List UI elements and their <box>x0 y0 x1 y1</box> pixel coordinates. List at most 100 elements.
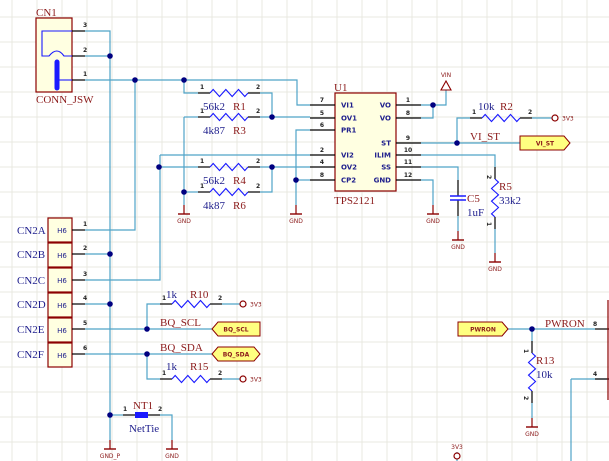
gnd-symbol[interactable]: GND <box>451 231 465 251</box>
pin-name: VO <box>380 102 391 110</box>
power-arrow-icon <box>440 79 452 91</box>
component-designator: CN1 <box>36 7 57 19</box>
component-value: 1uF <box>467 207 484 219</box>
power-port-3v3[interactable]: 3V3 <box>239 300 262 309</box>
resistor-designator: R13 <box>536 355 555 367</box>
connector-cn2d[interactable]: H6 CN2D 4 <box>17 292 87 318</box>
power-circle-icon <box>239 300 247 308</box>
component-designator: C5 <box>467 193 480 205</box>
port-vi-st[interactable]: VI_ST <box>519 135 571 151</box>
wire[interactable] <box>421 166 459 180</box>
gnd-symbol[interactable]: GND <box>289 205 303 225</box>
component-designator: NT1 <box>133 400 153 412</box>
port-label: BQ_SCL <box>223 327 248 334</box>
schematic-canvas[interactable]: 3 2 1 CN1 CONN_JSW 1 2 56k2 R1 1 2 4k87 R3 1 2 56k2 R4 1 2… <box>0 0 609 461</box>
pin-number: 4 <box>83 295 87 302</box>
connector-cn2f[interactable]: H6 CN2F 6 <box>17 342 87 368</box>
port-bq-sda[interactable]: BQ_SDA <box>211 346 261 362</box>
junction-dot <box>529 326 535 332</box>
resistor-value: 4k87 <box>203 200 226 212</box>
port-label: VI_ST <box>536 141 555 148</box>
capacitor-c5[interactable]: C51uF <box>450 180 484 219</box>
pin-number: 2 <box>256 158 260 165</box>
pin-number: 4 <box>320 159 324 166</box>
resistor-designator: R4 <box>233 175 246 187</box>
component-designator: CN2B <box>17 249 45 261</box>
junction-dot <box>107 53 113 59</box>
pin-number: 5 <box>320 110 324 117</box>
gnd-label: GND <box>165 453 179 460</box>
pin-number: 11 <box>404 159 412 166</box>
resistor-r5[interactable]: 2 1 R5 33k2 <box>485 167 521 229</box>
pin-number: 10 <box>404 147 412 154</box>
gnd-label: GND <box>451 244 465 251</box>
wire[interactable] <box>421 154 496 167</box>
power-port-3v3[interactable]: 3V3 <box>551 114 574 123</box>
connector-cn2c[interactable]: H6 CN2C 3 <box>17 267 87 293</box>
3v3-label: 3V3 <box>562 116 574 123</box>
pin-number: 2 <box>528 109 532 116</box>
pin-name: PR1 <box>341 127 357 135</box>
partial-component[interactable]: 84 <box>593 300 609 400</box>
gnd-symbol[interactable]: GND_P <box>100 440 121 460</box>
pin-number: 2 <box>522 396 529 400</box>
power-circle-icon <box>239 375 247 383</box>
resistor-zigzag <box>209 187 249 197</box>
connector-cn2e[interactable]: H6 CN2E 5 <box>17 317 87 343</box>
gnd-symbol[interactable]: GND <box>165 440 179 460</box>
resistor-value: 10k <box>478 101 495 113</box>
ic-u1[interactable]: 7 VI1 5 OV1 6 PR1 2 VI2 4 OV2 8 CP2 1 VO 8 VO 9 ST 10 ILIM 1… <box>310 82 421 207</box>
connector-cn2a[interactable]: H6 CN2A 1 <box>17 217 87 243</box>
nettie-body <box>135 412 148 418</box>
connector-cn2b[interactable]: H6 CN2B 2 <box>17 242 87 268</box>
pin-number: 1 <box>472 109 476 116</box>
power-port-vin[interactable]: VIN <box>440 72 452 91</box>
port-pwron[interactable]: PWRON <box>457 321 509 337</box>
pin-number: 2 <box>256 84 260 91</box>
wire[interactable] <box>456 117 470 143</box>
gnd-symbol[interactable]: GND <box>426 205 440 225</box>
component-comment: H6 <box>57 352 67 360</box>
pin-number: 1 <box>83 71 87 78</box>
pin-number: 1 <box>200 84 204 91</box>
port-label: BQ_SDA <box>223 352 250 359</box>
resistor-zigzag <box>209 88 249 98</box>
port-bq-scl[interactable]: BQ_SCL <box>211 321 261 337</box>
resistor-r1[interactable]: 1 2 56k2 R1 <box>198 84 260 113</box>
schematic-sheet[interactable]: 321CN1CONN_JSW1 256k2 R11 24k87 R31 256k2 R41 2… <box>0 0 609 461</box>
wire[interactable] <box>183 80 198 94</box>
resistor-designator: R10 <box>190 289 209 301</box>
pin-number: 2 <box>218 295 222 302</box>
resistor-zigzag <box>481 113 521 123</box>
gnd-symbol[interactable]: GND <box>488 253 502 273</box>
resistor-r2[interactable]: 1 2 10k R2 <box>470 101 532 123</box>
pin-name: OV2 <box>341 164 357 172</box>
pin-number: 12 <box>404 172 412 179</box>
resistor-r6[interactable]: 1 2 4k87 R6 <box>198 183 260 212</box>
power-port-3v3[interactable]: 3V3 <box>239 375 262 384</box>
resistor-designator: R5 <box>499 181 512 193</box>
net-label-pwron: PWRON <box>545 318 585 330</box>
resistor-designator: R6 <box>233 200 246 212</box>
gnd-symbol[interactable]: GND <box>177 205 191 225</box>
junction-dot <box>107 412 113 418</box>
resistor-r15[interactable]: 1 21k R15 <box>160 361 222 384</box>
pin-number: 2 <box>83 245 87 252</box>
pin-number: 2 <box>158 406 162 413</box>
component-comment: H6 <box>57 252 67 260</box>
net-label-bq-sda: BQ_SDA <box>160 342 203 354</box>
pin-number: 1 <box>200 108 204 115</box>
junction-dot <box>269 114 275 120</box>
pin-name: VO <box>380 115 391 123</box>
resistor-r4[interactable]: 1 2 56k2 R4 <box>198 158 260 187</box>
component-designator: CN2F <box>17 349 44 361</box>
pin-number: 2 <box>83 47 87 54</box>
power-port-3v3[interactable]: 3V3 <box>451 444 463 460</box>
resistor-value: 4k87 <box>203 125 226 137</box>
junction-dot <box>181 77 187 83</box>
pin-name: ILIM <box>374 152 391 160</box>
junction-dot <box>107 251 113 257</box>
pin-number: 6 <box>320 122 324 129</box>
resistor-value: 33k2 <box>499 195 521 207</box>
resistor-r13[interactable]: 1 2 R13 10k <box>522 341 555 403</box>
